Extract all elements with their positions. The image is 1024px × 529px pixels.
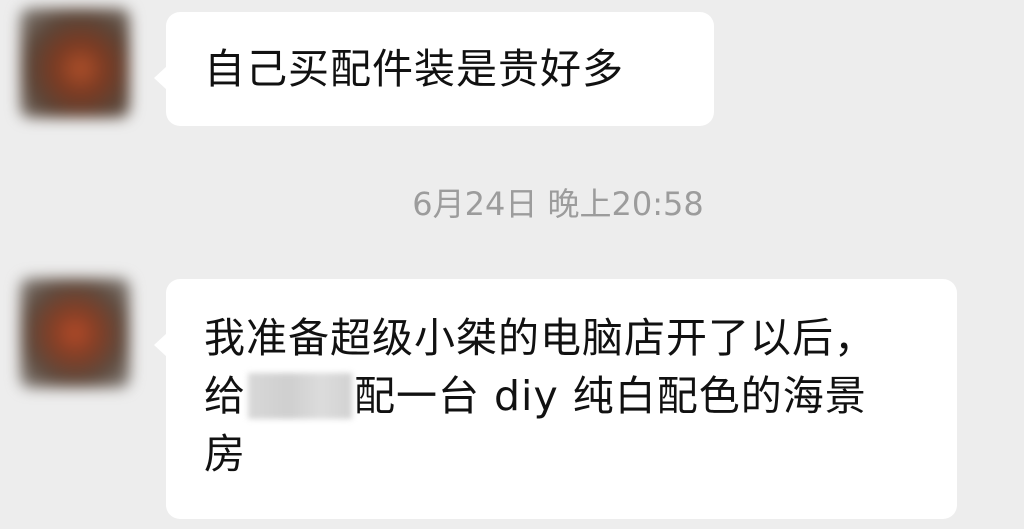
message-line: 给 配一台 diy 纯白配色的海景: [204, 367, 939, 425]
message-bubble[interactable]: 自己买配件装是贵好多: [154, 12, 714, 126]
avatar[interactable]: [20, 8, 130, 118]
message-line: 我准备超级小桀的电脑店开了以后，: [204, 314, 876, 362]
message-line: 房: [204, 430, 246, 478]
message-fragment: 配一台 diy 纯白配色的海景: [354, 372, 867, 420]
timestamp: 6月24日 晚上20:58: [412, 185, 704, 223]
redacted-name: [248, 373, 352, 419]
message-bubble[interactable]: 我准备超级小桀的电脑店开了以后， 给 配一台 diy 纯白配色的海景 房: [154, 279, 957, 519]
avatar[interactable]: [20, 278, 130, 388]
message-text: 自己买配件装是贵好多: [204, 45, 624, 93]
message-fragment: 给: [204, 372, 246, 420]
message-text: 我准备超级小桀的电脑店开了以后， 给 配一台 diy 纯白配色的海景 房: [204, 309, 939, 483]
chat-conversation: 自己买配件装是贵好多 6月24日 晚上20:58 我准备超级小桀的电脑店开了以后…: [0, 0, 1024, 529]
